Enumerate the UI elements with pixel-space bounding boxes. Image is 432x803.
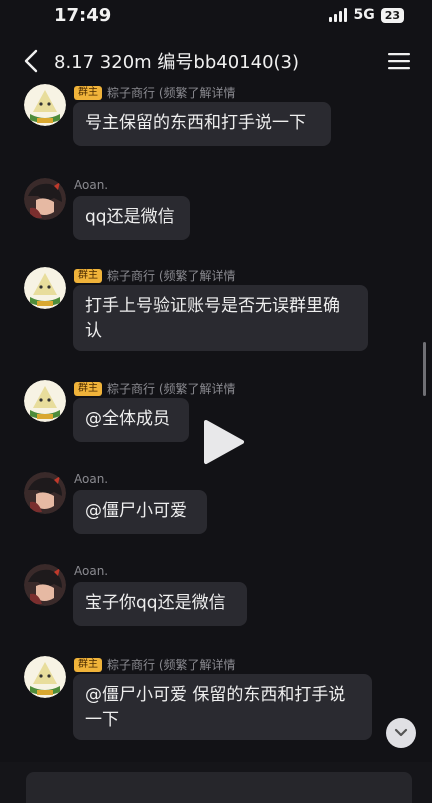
hamburger-menu-icon[interactable]	[388, 52, 410, 70]
sender-name: 粽子商行 (频繁了解详情	[107, 86, 236, 100]
play-icon[interactable]	[202, 418, 246, 466]
status-indicators: 5G 23	[329, 7, 404, 23]
message-bubble[interactable]: 打手上号验证账号是否无误群里确认	[73, 285, 368, 351]
owner-badge: 群主	[74, 268, 102, 283]
scrollbar-thumb[interactable]	[423, 342, 426, 396]
nav-bar: 8.17 320m 编号bb40140(3)	[0, 36, 432, 86]
zongzi-avatar[interactable]	[24, 84, 66, 126]
zongzi-avatar[interactable]	[24, 380, 66, 422]
sender-name: 粽子商行 (频繁了解详情	[107, 269, 236, 283]
message-bubble[interactable]: @全体成员	[73, 398, 189, 442]
message-meta: 群主 粽子商行 (频繁了解详情	[74, 267, 236, 284]
battery-icon: 23	[380, 7, 404, 23]
network-type: 5G	[353, 7, 375, 23]
message-bubble[interactable]: 号主保留的东西和打手说一下	[73, 102, 331, 146]
message-meta: 群主 粽子商行 (频繁了解详情	[74, 656, 236, 673]
zongzi-avatar[interactable]	[24, 656, 66, 698]
signal-icon	[329, 8, 348, 22]
anime-avatar[interactable]	[24, 178, 66, 220]
chevron-down-icon	[394, 728, 408, 737]
message-input[interactable]	[26, 772, 412, 803]
message-meta: 群主 粽子商行 (频繁了解详情	[74, 84, 236, 101]
status-bar: 17:49 5G 23	[0, 0, 432, 32]
sender-name: Aoan.	[74, 178, 109, 192]
sender-name: Aoan.	[74, 472, 109, 486]
sender-name: Aoan.	[74, 564, 109, 578]
message-bubble[interactable]: qq还是微信	[73, 196, 190, 240]
sender-name: 粽子商行 (频繁了解详情	[107, 382, 236, 396]
anime-avatar[interactable]	[24, 564, 66, 606]
message-bubble[interactable]: 宝子你qq还是微信	[73, 582, 247, 626]
owner-badge: 群主	[74, 381, 102, 396]
owner-badge: 群主	[74, 85, 102, 100]
back-arrow-icon[interactable]	[20, 48, 44, 74]
chat-title: 8.17 320m 编号bb40140(3)	[54, 52, 300, 73]
message-meta: Aoan.	[74, 472, 108, 486]
scroll-down-button[interactable]	[386, 718, 416, 748]
message-bubble[interactable]: @僵尸小可爱 保留的东西和打手说一下	[73, 674, 372, 740]
anime-avatar[interactable]	[24, 472, 66, 514]
owner-badge: 群主	[74, 657, 102, 672]
message-bubble[interactable]: @僵尸小可爱	[73, 490, 207, 534]
message-meta: Aoan.	[74, 178, 108, 192]
sender-name: 粽子商行 (频繁了解详情	[107, 658, 236, 672]
status-time: 17:49	[54, 5, 112, 26]
message-meta: 群主 粽子商行 (频繁了解详情	[74, 380, 236, 397]
message-meta: Aoan.	[74, 564, 108, 578]
zongzi-avatar[interactable]	[24, 267, 66, 309]
